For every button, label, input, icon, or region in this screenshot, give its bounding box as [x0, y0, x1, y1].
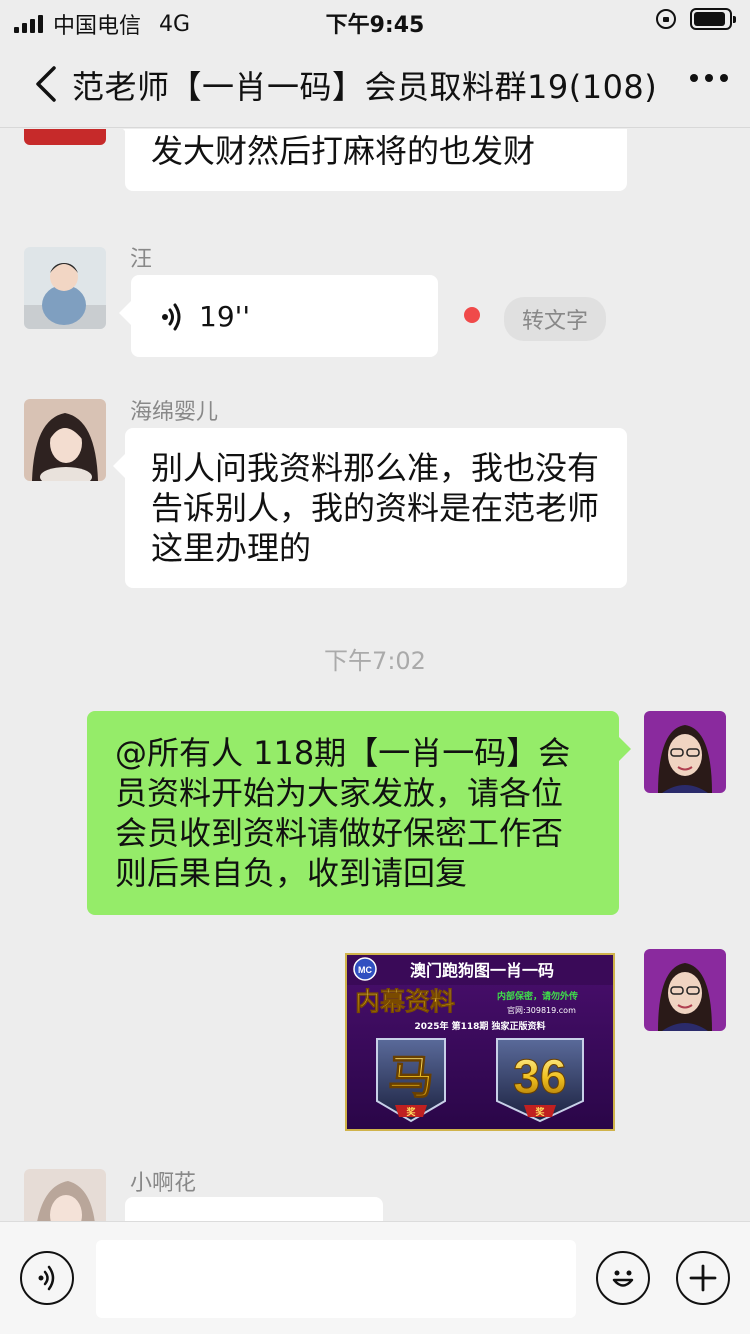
- voice-input-icon[interactable]: [20, 1251, 74, 1305]
- logo-text: MC: [358, 965, 372, 975]
- convert-to-text-button[interactable]: 转文字: [504, 297, 607, 341]
- message-bubble[interactable]: 别人问我资料那么准，我也没有告诉别人，我的资料是在范老师这里办理的: [113, 428, 627, 588]
- image-issue-line: 2025年 第118期 独家正版资料: [414, 1020, 545, 1032]
- plus-icon[interactable]: [676, 1251, 730, 1305]
- voice-wave-icon: [162, 303, 181, 331]
- ribbon-label: 奖: [406, 1106, 416, 1118]
- image-subheadline: 内幕资料: [355, 987, 455, 1016]
- zodiac-text: 马: [388, 1050, 434, 1104]
- image-message[interactable]: MC 澳门跑狗图一肖一码 内幕资料 内部保密，请勿外传 官网:309819.co…: [345, 953, 615, 1131]
- avatar[interactable]: [24, 247, 106, 329]
- message-text: 别人问我资料那么准，我也没有告诉别人，我的资料是在范老师这里办理的: [151, 449, 600, 567]
- avatar[interactable]: [24, 129, 106, 145]
- rotation-lock-icon: [656, 9, 676, 29]
- voice-message-bubble[interactable]: 19'': [119, 275, 438, 357]
- number-text: 36: [513, 1051, 566, 1104]
- own-avatar[interactable]: [644, 711, 726, 793]
- input-bar: [0, 1221, 750, 1334]
- message-text: 祝我们大家跟着范老师这份资料发大财然后打麻将的也发财: [151, 129, 599, 170]
- status-right: [656, 8, 736, 30]
- sender-name: 海绵婴儿: [130, 400, 219, 425]
- sender-name: 小啊花: [130, 1171, 197, 1196]
- sender-name: 汪: [130, 247, 153, 272]
- ribbon-label: 奖: [535, 1106, 545, 1118]
- avatar[interactable]: [24, 399, 106, 481]
- chat-header: 范老师【一肖一码】会员取料群19(108): [0, 40, 750, 128]
- image-headline: 澳门跑狗图一肖一码: [410, 961, 554, 980]
- chevron-left-icon[interactable]: [30, 64, 66, 104]
- chat-title: 范老师【一肖一码】会员取料群19(108): [72, 68, 658, 106]
- status-time: 下午9:45: [325, 13, 425, 38]
- message-text: @所有人 118期【一肖一码】会员资料开始为大家发放，请各位会员收到资料请做好保…: [115, 734, 571, 892]
- message-bubble[interactable]: 祝我们大家跟着范老师这份资料发大财然后打麻将的也发财: [113, 129, 627, 191]
- promo-image: MC 澳门跑狗图一肖一码 内幕资料 内部保密，请勿外传 官网:309819.co…: [347, 955, 613, 1129]
- message-list[interactable]: 祝我们大家跟着范老师这份资料发大财然后打麻将的也发财 汪 19'' 转文字: [0, 129, 750, 1221]
- unread-dot: [464, 307, 480, 323]
- own-message-bubble[interactable]: @所有人 118期【一肖一码】会员资料开始为大家发放，请各位会员收到资料请做好保…: [87, 711, 631, 915]
- avatar[interactable]: [24, 1169, 106, 1221]
- time-divider: 下午7:02: [324, 647, 426, 675]
- own-avatar[interactable]: [644, 949, 726, 1031]
- message-bubble[interactable]: [125, 1197, 383, 1221]
- more-horizontal-icon[interactable]: [690, 74, 728, 82]
- message-input[interactable]: [96, 1240, 576, 1318]
- voice-duration: 19'': [199, 300, 251, 333]
- status-bar: 中国电信 4G 下午9:45: [0, 0, 750, 40]
- image-website: 官网:309819.com: [507, 1005, 576, 1015]
- emoji-icon[interactable]: [596, 1251, 650, 1305]
- image-side-note: 内部保密，请勿外传: [497, 990, 578, 1002]
- battery-icon: [690, 8, 736, 30]
